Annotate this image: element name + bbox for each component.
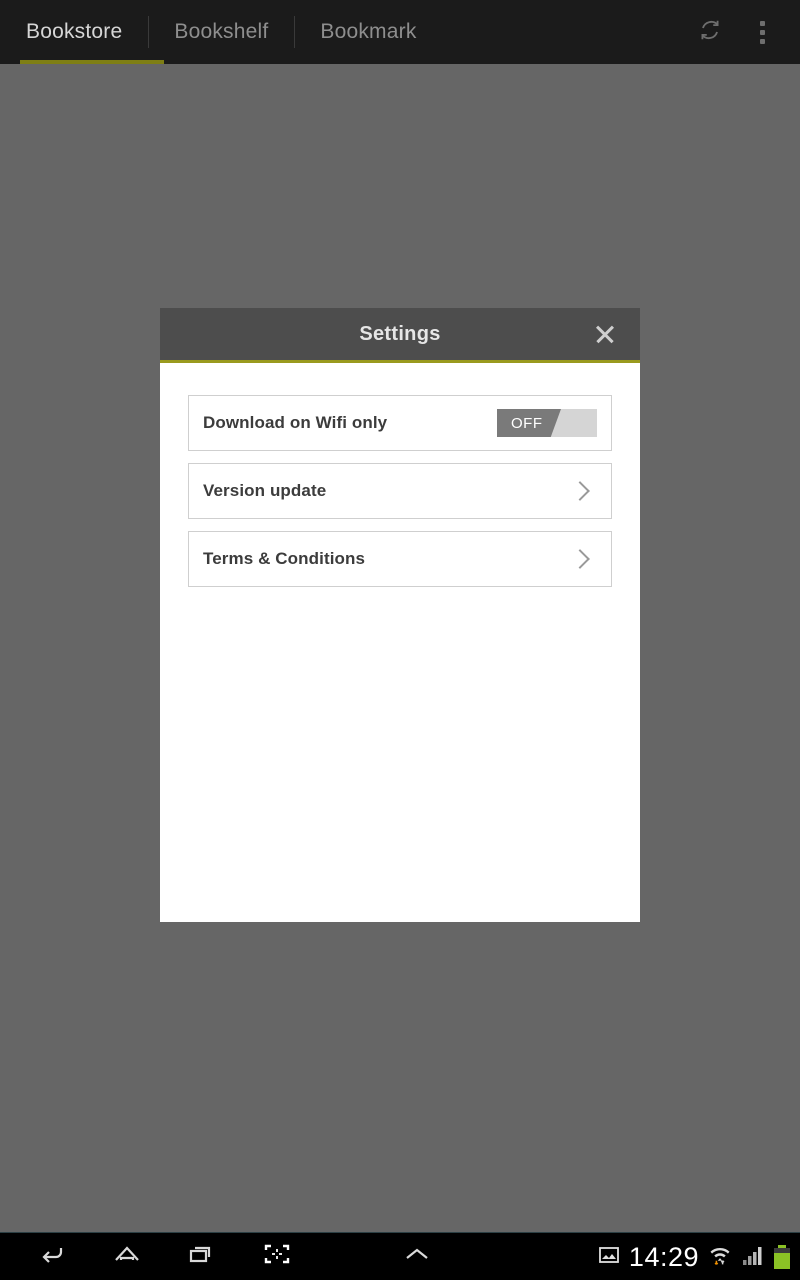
setting-row-terms-conditions[interactable]: Terms & Conditions [188, 531, 612, 587]
overflow-menu-button[interactable] [738, 8, 786, 56]
back-button[interactable] [14, 1233, 89, 1280]
system-navigation-bar: 14:29 [0, 1232, 800, 1280]
refresh-button[interactable] [686, 8, 734, 56]
recent-apps-button[interactable] [164, 1233, 239, 1280]
home-button[interactable] [89, 1233, 164, 1280]
setting-row-label: Terms & Conditions [203, 549, 366, 568]
status-area[interactable]: 14:29 [598, 1233, 790, 1280]
setting-row-label: Version update [203, 481, 327, 500]
chevron-up-icon [402, 1244, 432, 1269]
screenshot-button[interactable] [239, 1233, 314, 1280]
tab-bookstore-label: Bookstore [26, 20, 123, 43]
back-icon [37, 1242, 67, 1271]
wifi-icon [708, 1243, 732, 1272]
toggle-state-label: OFF [511, 414, 543, 432]
tab-bar: Bookstore Bookshelf Bookmark [0, 0, 443, 64]
toggle-knob: OFF [497, 409, 561, 437]
app-bar-actions [686, 0, 800, 64]
wifi-only-toggle[interactable]: OFF [497, 409, 597, 437]
chevron-right-icon [570, 549, 590, 569]
dialog-header: Settings [160, 308, 640, 363]
overflow-menu-icon [759, 20, 765, 44]
cellular-signal-icon [741, 1244, 765, 1271]
chevron-right-icon [570, 481, 590, 501]
screen-root: Bookstore Bookshelf Bookmark Settings Do… [0, 0, 800, 1280]
screenshot-icon [263, 1242, 291, 1271]
show-more-button[interactable] [379, 1233, 454, 1280]
tab-bookstore[interactable]: Bookstore [0, 0, 148, 64]
tab-bookmark-label: Bookmark [320, 20, 417, 43]
recent-apps-icon [187, 1242, 217, 1271]
close-button[interactable] [578, 308, 632, 360]
refresh-icon [697, 17, 723, 48]
setting-row-label: Download on Wifi only [203, 413, 388, 432]
image-notification-icon [598, 1245, 620, 1270]
close-icon [594, 323, 616, 345]
home-icon [112, 1242, 142, 1271]
tab-bookshelf[interactable]: Bookshelf [148, 0, 294, 64]
settings-dialog: Settings Download on Wifi only OFF Versi… [160, 308, 640, 922]
dialog-title: Settings [359, 322, 441, 345]
app-bar: Bookstore Bookshelf Bookmark [0, 0, 800, 64]
tab-bookmark[interactable]: Bookmark [294, 0, 442, 64]
battery-full-icon [774, 1245, 790, 1269]
nav-keys [0, 1233, 454, 1280]
tab-bookshelf-label: Bookshelf [174, 20, 269, 43]
setting-row-download-wifi[interactable]: Download on Wifi only OFF [188, 395, 612, 451]
setting-row-version-update[interactable]: Version update [188, 463, 612, 519]
status-clock: 14:29 [628, 1241, 699, 1272]
dialog-body: Download on Wifi only OFF Version update… [160, 363, 640, 922]
